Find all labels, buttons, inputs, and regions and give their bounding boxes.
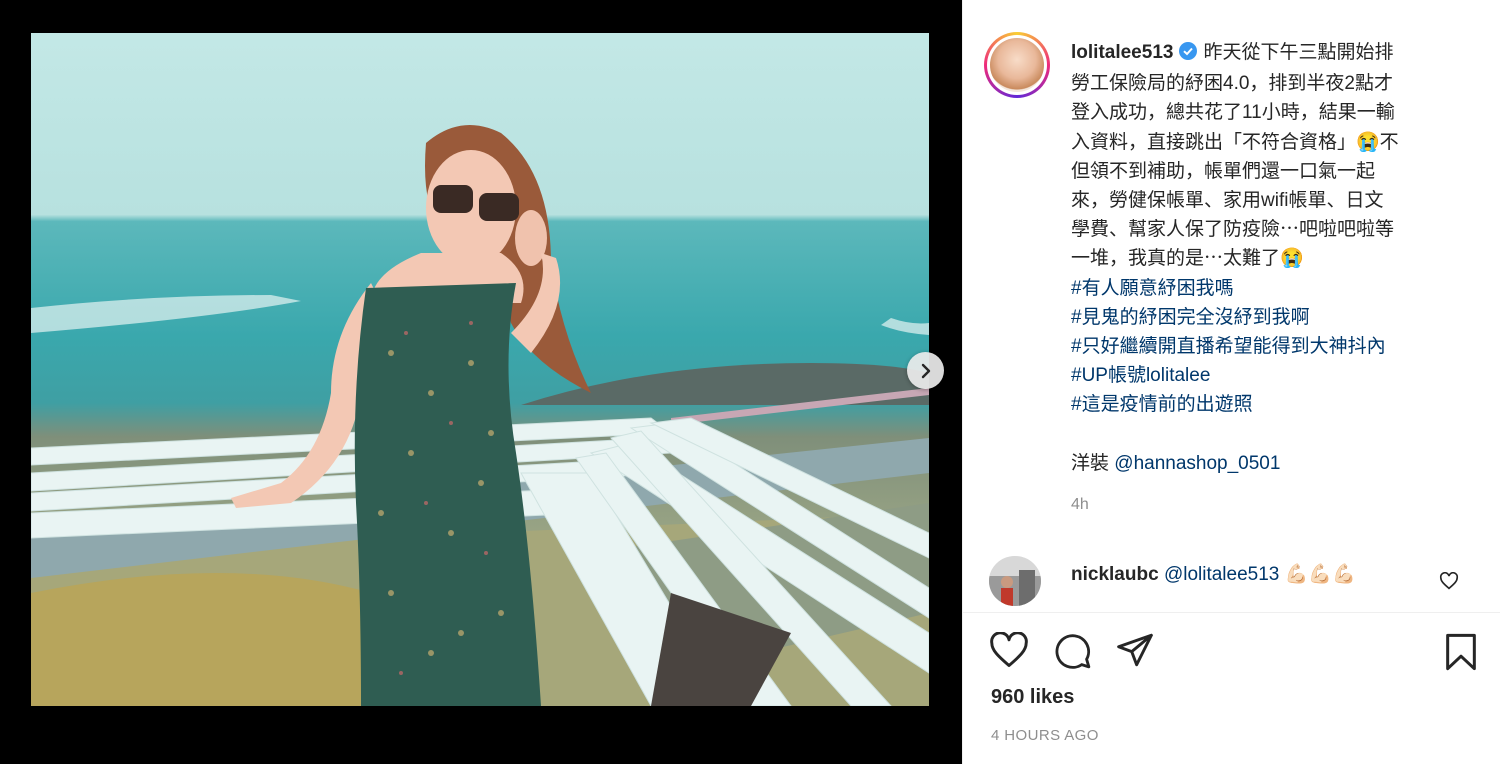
caption-line: 學費、幫家人保了防疫險⋯吧啦吧啦等 bbox=[1071, 219, 1395, 241]
post-caption: lolitalee513 昨天從下午三點開始排 勞工保險局的紓困4.0，排到半夜2… bbox=[1071, 38, 1463, 478]
share-icon bbox=[1117, 633, 1153, 667]
comment-emoji: 💪🏻💪🏻💪🏻 bbox=[1284, 564, 1356, 585]
caption-line: 勞工保險局的紓困4.0，排到半夜2點才 bbox=[1071, 73, 1393, 95]
next-photo-button[interactable] bbox=[907, 352, 944, 389]
photo-illustration bbox=[31, 125, 929, 706]
comment-text: nicklaubc @lolitalee513 💪🏻💪🏻💪🏻 bbox=[1071, 562, 1356, 586]
commenter-avatar[interactable] bbox=[989, 556, 1041, 606]
comment-like-heart-icon bbox=[1439, 571, 1459, 590]
bookmark-icon bbox=[1446, 633, 1476, 671]
caption-line: 一堆，我真的是⋯太難了😭 bbox=[1071, 248, 1304, 270]
hashtag-link[interactable]: #有人願意紓困我嗎 bbox=[1071, 274, 1463, 303]
caption-line: 但領不到補助，帳單們還一口氣一起 bbox=[1071, 160, 1376, 182]
verified-badge-icon bbox=[1179, 40, 1198, 69]
section-divider bbox=[963, 612, 1500, 613]
author-avatar[interactable] bbox=[984, 32, 1050, 98]
outfit-label: 洋裝 bbox=[1071, 452, 1115, 474]
heart-icon bbox=[990, 631, 1028, 668]
comment-row: nicklaubc @lolitalee513 💪🏻💪🏻💪🏻 bbox=[989, 556, 1479, 608]
caption-area: lolitalee513 昨天從下午三點開始排 勞工保險局的紓困4.0，排到半夜2… bbox=[963, 0, 1500, 548]
caption-line: 入資料，直接跳出「不符合資格」😭不 bbox=[1071, 131, 1399, 153]
comment-button[interactable] bbox=[1053, 632, 1093, 675]
next-arrow-icon bbox=[921, 363, 930, 378]
caption-line: 昨天從下午三點開始排 bbox=[1203, 42, 1394, 63]
commenter-username[interactable]: nicklaubc bbox=[1071, 564, 1159, 585]
post-photo[interactable] bbox=[31, 33, 929, 706]
media-pane bbox=[0, 0, 962, 764]
post-timestamp[interactable]: 4 HOURS AGO bbox=[991, 727, 1099, 744]
hashtag-link[interactable]: #只好繼續開直播希望能得到大神抖內 bbox=[1071, 332, 1463, 361]
likes-count[interactable]: 960 likes bbox=[991, 686, 1074, 709]
outfit-mention-link[interactable]: @hannashop_0501 bbox=[1114, 453, 1280, 474]
caption-timestamp[interactable]: 4h bbox=[1071, 496, 1089, 514]
hashtag-link[interactable]: #這是疫情前的出遊照 bbox=[1071, 390, 1463, 419]
caption-line: 登入成功，總共花了11小時，結果一輸 bbox=[1071, 102, 1395, 124]
comment-like-button[interactable] bbox=[1439, 571, 1459, 595]
author-username[interactable]: lolitalee513 bbox=[1071, 42, 1173, 63]
comment-mention-link[interactable]: @lolitalee513 bbox=[1164, 564, 1279, 585]
hashtag-link[interactable]: #見鬼的紓困完全沒紓到我啊 bbox=[1071, 303, 1463, 332]
hashtag-link[interactable]: #UP帳號lolitalee bbox=[1071, 361, 1463, 390]
save-button[interactable] bbox=[1443, 632, 1479, 677]
action-bar bbox=[989, 631, 1479, 675]
caption-line: 來，勞健保帳單、家用wifi帳單、日文 bbox=[1071, 190, 1384, 212]
like-button[interactable] bbox=[989, 631, 1029, 673]
comment-icon bbox=[1055, 634, 1091, 669]
share-button[interactable] bbox=[1115, 632, 1155, 673]
post-sidebar: lolitalee513 昨天從下午三點開始排 勞工保險局的紓困4.0，排到半夜2… bbox=[962, 0, 1500, 764]
